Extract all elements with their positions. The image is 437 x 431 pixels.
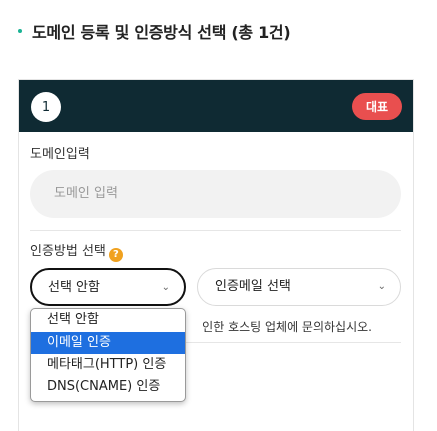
title-bullet [18,29,22,33]
email-select[interactable]: 인증메일 선택 ⌄ [197,268,401,306]
section-title: 도메인 등록 및 인증방식 선택 (총 1건) [32,23,291,42]
domain-input[interactable]: 도메인 입력 [30,170,401,218]
section-title-row: 도메인 등록 및 인증방식 선택 (총 1건) [18,18,291,44]
divider [30,230,401,231]
chevron-down-icon: ⌄ [377,281,386,292]
method-select[interactable]: 선택 안함 ⌄ [30,268,186,306]
method-label-row: 인증방법 선택? [30,240,123,262]
card-number: 1 [31,92,61,122]
chevron-down-icon: ⌄ [161,282,170,293]
method-label: 인증방법 선택 [30,244,106,259]
dropdown-option-dns[interactable]: DNS(CNAME) 인증 [31,376,185,398]
domain-input-placeholder: 도메인 입력 [54,186,118,201]
card-header: 1 대표 [19,80,413,132]
dropdown-option-email[interactable]: 이메일 인증 [31,332,185,354]
method-select-value: 선택 안함 [48,280,100,295]
email-select-value: 인증메일 선택 [215,279,291,294]
notice-text: 인한 호스팅 업체에 문의하십시오. [202,320,372,334]
dropdown-option-none[interactable]: 선택 안함 [31,309,185,332]
representative-badge[interactable]: 대표 [352,93,402,120]
help-icon[interactable]: ? [108,247,123,262]
dropdown-option-metatag[interactable]: 메타태그(HTTP) 인증 [31,354,185,376]
domain-label: 도메인입력 [30,147,90,162]
method-dropdown-list: 선택 안함 이메일 인증 메타태그(HTTP) 인증 DNS(CNAME) 인증 [30,308,186,402]
